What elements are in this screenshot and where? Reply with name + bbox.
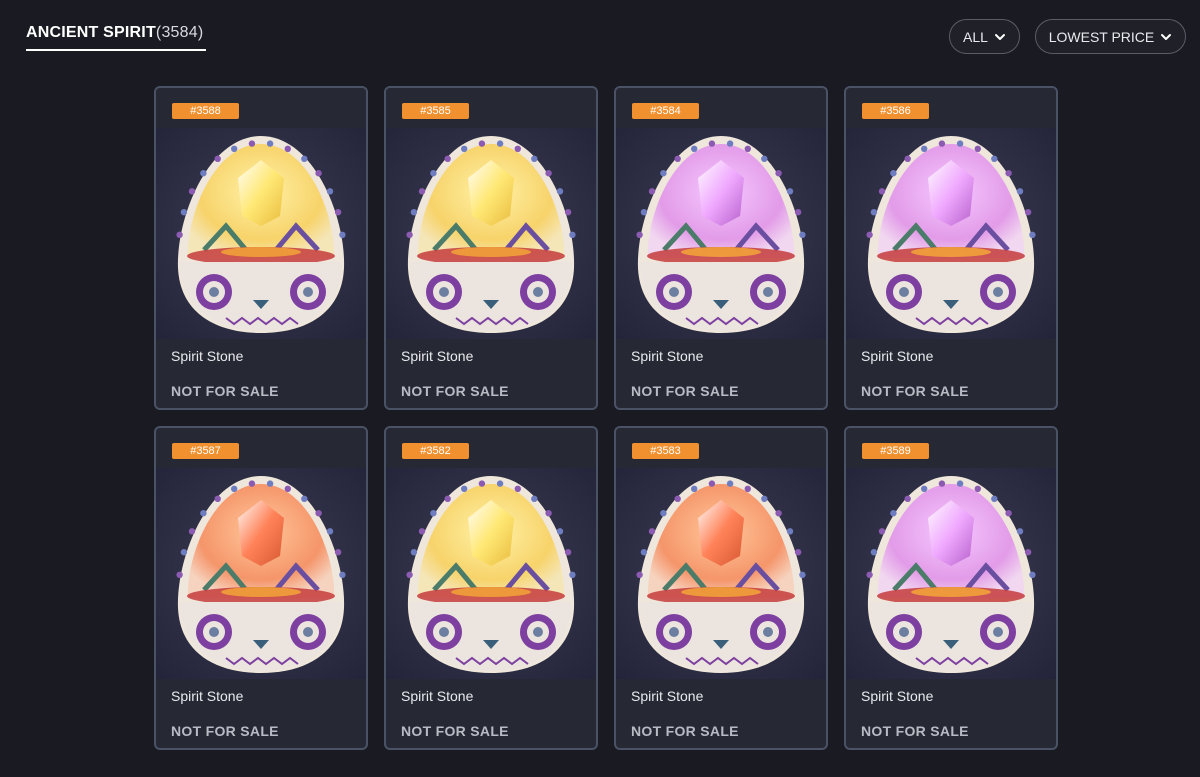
- spirit-stone-image: [156, 128, 366, 339]
- nft-card[interactable]: #3588 Spirit Stone NOT FOR SALE: [154, 86, 368, 410]
- sale-status: NOT FOR SALE: [631, 723, 739, 739]
- token-id-badge: #3584: [632, 103, 699, 119]
- chevron-down-icon: [994, 33, 1005, 40]
- token-id-badge: #3582: [402, 443, 469, 459]
- sale-status: NOT FOR SALE: [171, 723, 279, 739]
- collection-title[interactable]: ANCIENT SPIRIT (3584): [26, 24, 203, 42]
- item-name: Spirit Stone: [401, 348, 474, 364]
- sale-status: NOT FOR SALE: [861, 723, 969, 739]
- spirit-stone-image: [616, 468, 826, 679]
- spirit-stone-image: [386, 468, 596, 679]
- spirit-stone-image: [846, 468, 1056, 679]
- sort-label: LOWEST PRICE: [1048, 28, 1155, 45]
- item-name: Spirit Stone: [631, 348, 704, 364]
- token-id-badge: #3587: [172, 443, 239, 459]
- collection-name: ANCIENT SPIRIT: [26, 24, 156, 41]
- token-id-badge: #3583: [632, 443, 699, 459]
- item-name: Spirit Stone: [631, 688, 704, 704]
- item-name: Spirit Stone: [861, 688, 934, 704]
- item-name: Spirit Stone: [171, 348, 244, 364]
- sort-dropdown[interactable]: LOWEST PRICE: [1035, 19, 1186, 54]
- nft-card[interactable]: #3582 Spirit Stone NOT FOR SALE: [384, 426, 598, 750]
- sale-status: NOT FOR SALE: [171, 383, 279, 399]
- spirit-stone-image: [616, 128, 826, 339]
- type-filter-dropdown[interactable]: ALL: [949, 19, 1020, 54]
- spirit-stone-image: [386, 128, 596, 339]
- nft-card[interactable]: #3584 Spirit Stone NOT FOR SALE: [614, 86, 828, 410]
- sale-status: NOT FOR SALE: [631, 383, 739, 399]
- nft-card[interactable]: #3586 Spirit Stone NOT FOR SALE: [844, 86, 1058, 410]
- sale-status: NOT FOR SALE: [401, 723, 509, 739]
- item-name: Spirit Stone: [171, 688, 244, 704]
- token-id-badge: #3586: [862, 103, 929, 119]
- item-name: Spirit Stone: [401, 688, 474, 704]
- sale-status: NOT FOR SALE: [861, 383, 969, 399]
- token-id-badge: #3585: [402, 103, 469, 119]
- spirit-stone-image: [846, 128, 1056, 339]
- item-name: Spirit Stone: [861, 348, 934, 364]
- active-tab-underline: [26, 49, 206, 51]
- token-id-badge: #3589: [862, 443, 929, 459]
- sale-status: NOT FOR SALE: [401, 383, 509, 399]
- nft-card[interactable]: #3587 Spirit Stone NOT FOR SALE: [154, 426, 368, 750]
- token-id-badge: #3588: [172, 103, 239, 119]
- chevron-down-icon: [1161, 33, 1172, 40]
- collection-count: (3584): [155, 24, 204, 41]
- spirit-stone-image: [156, 468, 366, 679]
- type-filter-label: ALL: [963, 28, 988, 45]
- nft-card[interactable]: #3585 Spirit Stone NOT FOR SALE: [384, 86, 598, 410]
- nft-card[interactable]: #3589 Spirit Stone NOT FOR SALE: [844, 426, 1058, 750]
- nft-card[interactable]: #3583 Spirit Stone NOT FOR SALE: [614, 426, 828, 750]
